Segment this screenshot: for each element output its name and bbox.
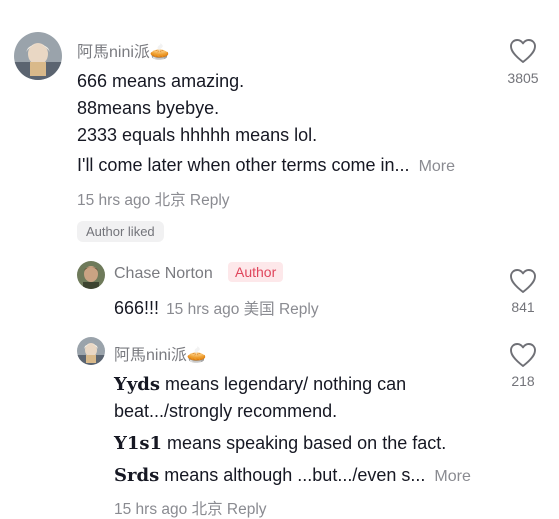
term-bold: Yyds bbox=[114, 374, 161, 395]
term-bold: Y1s1 bbox=[114, 433, 163, 454]
reply-username[interactable]: 阿馬nini派🥧 bbox=[114, 341, 207, 365]
reply-text-row: 666!!! 15 hrs ago 美国 Reply bbox=[114, 295, 319, 323]
heart-icon bbox=[510, 39, 536, 63]
comment-line: 666 means amazing. bbox=[77, 71, 245, 91]
reply-location: 北京 bbox=[191, 501, 223, 518]
term-definition: means although ...but.../even s... bbox=[159, 465, 426, 485]
comment-location: 北京 bbox=[154, 192, 186, 209]
like-button[interactable] bbox=[509, 38, 537, 64]
like-count: 218 bbox=[511, 373, 535, 389]
like-button[interactable] bbox=[509, 342, 537, 368]
reply-avatar[interactable] bbox=[77, 261, 105, 289]
author-liked-badge: Author liked bbox=[77, 221, 164, 242]
reply-time: 15 hrs ago bbox=[114, 501, 188, 518]
comment-meta: 15 hrs ago 北京 Reply bbox=[77, 188, 230, 210]
reply-button[interactable]: Reply bbox=[190, 192, 230, 209]
avatar-image bbox=[77, 337, 105, 365]
term-definition: means speaking based on the fact. bbox=[162, 433, 447, 453]
reply-meta: 15 hrs ago 美国 Reply bbox=[166, 301, 319, 318]
comment-line: 88means byebye. bbox=[77, 98, 220, 118]
avatar-image bbox=[14, 32, 62, 80]
reply-paragraph: Srds means although ...but.../even s... … bbox=[114, 462, 471, 490]
comment-time: 15 hrs ago bbox=[77, 192, 151, 209]
reply-location: 美国 bbox=[243, 301, 275, 318]
reply-paragraph-line: beat.../strongly recommend. bbox=[114, 401, 338, 421]
reply-button[interactable]: Reply bbox=[227, 501, 267, 518]
heart-icon bbox=[510, 343, 536, 367]
like-count: 841 bbox=[511, 299, 535, 315]
like-count: 3805 bbox=[507, 70, 539, 86]
like-button[interactable] bbox=[509, 268, 537, 294]
term-definition: means legendary/ nothing can bbox=[160, 374, 407, 394]
comment-line: 2333 equals hhhhh means lol. bbox=[77, 125, 318, 145]
reply-button[interactable]: Reply bbox=[279, 301, 319, 318]
more-link[interactable]: More bbox=[419, 158, 455, 175]
reply-paragraph: Y1s1 means speaking based on the fact. bbox=[114, 430, 446, 457]
reply-username[interactable]: Chase Norton bbox=[114, 265, 213, 283]
reply-avatar[interactable] bbox=[77, 337, 105, 365]
more-link[interactable]: More bbox=[434, 468, 470, 485]
comment-username[interactable]: 阿馬nini派🥧 bbox=[77, 38, 170, 62]
avatar[interactable] bbox=[14, 32, 62, 80]
reply-text: 666!!! bbox=[114, 298, 160, 318]
term-bold: Srds bbox=[114, 465, 160, 486]
avatar-image bbox=[77, 261, 105, 289]
reply-time: 15 hrs ago bbox=[166, 301, 240, 318]
comment-line-text: I'll come later when other terms come in… bbox=[77, 155, 410, 175]
comment-line: I'll come later when other terms come in… bbox=[77, 152, 455, 180]
author-badge: Author bbox=[228, 262, 284, 282]
heart-icon bbox=[510, 269, 536, 293]
reply-paragraph: Yyds means legendary/ nothing can bbox=[114, 371, 406, 398]
